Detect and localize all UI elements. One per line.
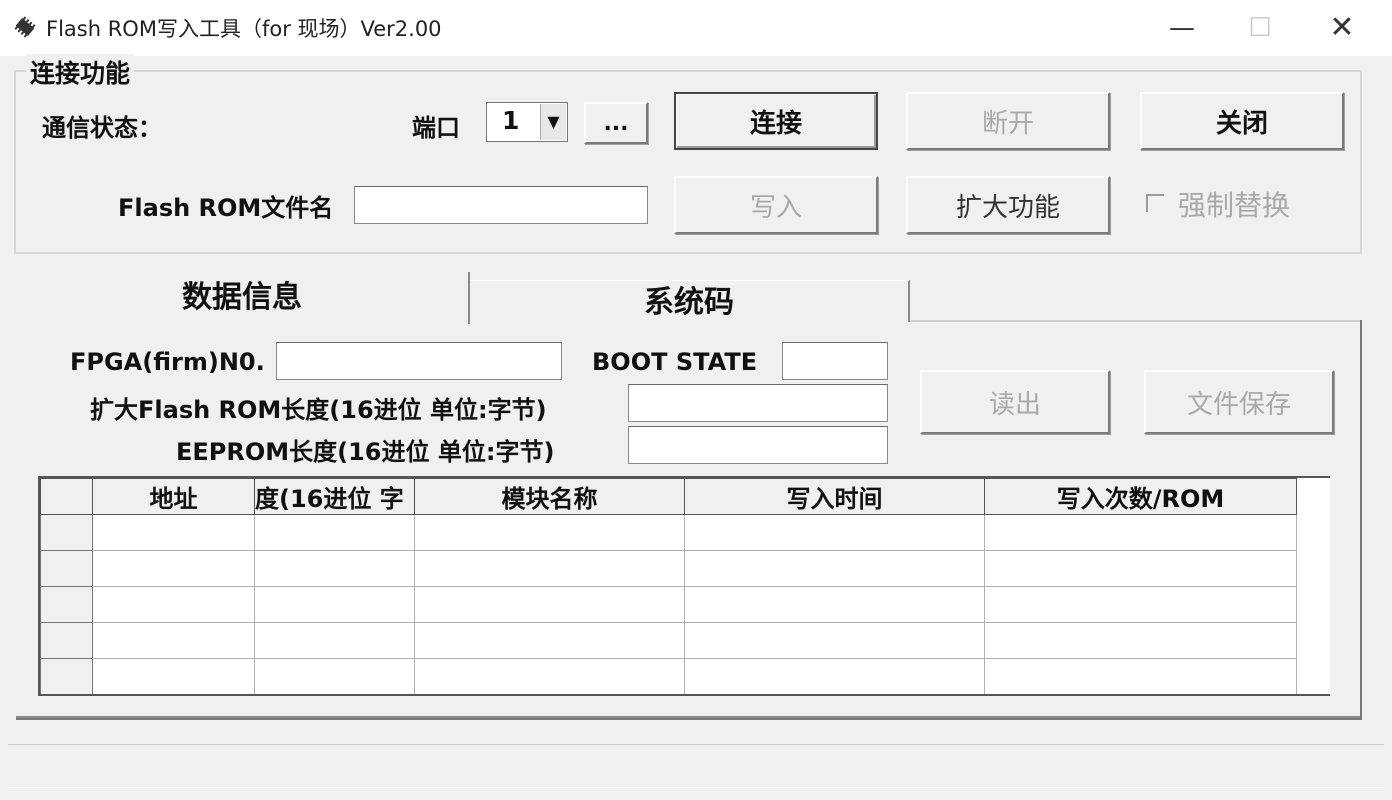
table-cell[interactable] [684,622,985,659]
flash-file-input[interactable] [354,186,648,224]
row-header-corner [40,478,93,515]
force-replace-checkbox[interactable] [1146,194,1164,212]
eeprom-length-input[interactable] [628,426,888,464]
row-header-cell[interactable] [40,550,93,587]
table-cell[interactable] [684,586,985,623]
column-header-length[interactable]: 度(16进位 字 [254,478,415,515]
table-cell[interactable] [254,658,415,694]
connection-group-title: 连接功能 [26,54,135,90]
table-cell[interactable] [684,658,985,694]
data-grid[interactable]: 地址 度(16进位 字 模块名称 写入时间 写入次数/ROM [38,476,1330,696]
column-header-write-time[interactable]: 写入时间 [684,478,985,515]
boot-state-input[interactable] [782,342,888,380]
boot-state-label: BOOT STATE [592,348,758,376]
table-cell[interactable] [92,658,255,694]
table-row[interactable] [40,514,1297,551]
table-cell[interactable] [254,514,415,551]
eeprom-length-label: EEPROM长度(16进位 单位:字节) [176,438,555,466]
table-cell[interactable] [984,622,1297,659]
table-cell[interactable] [984,586,1297,623]
row-header-cell[interactable] [40,586,93,623]
maximize-button[interactable]: ☐ [1240,10,1280,46]
column-header-address[interactable]: 地址 [92,478,255,515]
comm-status-label: 通信状态： [42,114,162,142]
chevron-down-icon[interactable]: ▼ [540,104,566,140]
table-cell[interactable] [684,550,985,587]
column-header-module-name[interactable]: 模块名称 [414,478,685,515]
table-cell[interactable] [254,586,415,623]
force-replace-label: 强制替换 [1178,189,1291,222]
port-browse-button[interactable]: ... [584,102,648,144]
row-header-cell[interactable] [40,622,93,659]
fpga-input[interactable] [276,342,562,380]
extend-function-button[interactable]: 扩大功能 [906,176,1110,234]
flash-file-label: Flash ROM文件名 [118,194,334,222]
table-row[interactable] [40,658,1297,694]
table-cell[interactable] [414,622,685,659]
table-cell[interactable] [984,550,1297,587]
tab-data-info[interactable]: 数据信息 [16,272,470,324]
row-header-cell[interactable] [40,658,93,694]
window-title: Flash ROM写入工具（for 现场）Ver2.00 [46,17,442,41]
save-file-button[interactable]: 文件保存 [1144,370,1334,434]
port-select-value: 1 [502,106,520,135]
table-cell[interactable] [984,514,1297,551]
data-table: 地址 度(16进位 字 模块名称 写入时间 写入次数/ROM [40,478,1297,694]
tab-panel-bottom-edge [16,716,1360,718]
ext-flash-length-input[interactable] [628,384,888,422]
table-header-row: 地址 度(16进位 字 模块名称 写入时间 写入次数/ROM [40,478,1297,515]
table-cell[interactable] [254,622,415,659]
write-button[interactable]: 写入 [674,176,878,234]
fpga-label: FPGA(firm)N0. [70,348,265,376]
row-header-cell[interactable] [40,514,93,551]
table-row[interactable] [40,586,1297,623]
close-button[interactable]: 关闭 [1140,92,1344,150]
table-cell[interactable] [414,586,685,623]
table-cell[interactable] [254,550,415,587]
grid-empty-area [1298,478,1330,694]
table-row[interactable] [40,622,1297,659]
table-cell[interactable] [684,514,985,551]
port-label: 端口 [412,114,460,142]
table-cell[interactable] [92,622,255,659]
table-row[interactable] [40,550,1297,587]
table-cell[interactable] [414,658,685,694]
chip-icon [14,16,36,38]
minimize-button[interactable]: — [1162,10,1202,46]
disconnect-button[interactable]: 断开 [906,92,1110,150]
table-cell[interactable] [92,514,255,551]
table-cell[interactable] [92,586,255,623]
status-bar [8,744,1384,788]
table-cell[interactable] [414,514,685,551]
close-window-button[interactable]: ✕ [1322,10,1362,46]
table-cell[interactable] [92,550,255,587]
connect-button[interactable]: 连接 [674,92,878,150]
read-button[interactable]: 读出 [920,370,1110,434]
table-cell[interactable] [984,658,1297,694]
ext-flash-length-label: 扩大Flash ROM长度(16进位 单位:字节) [90,396,547,424]
tab-system-code[interactable]: 系统码 [470,280,910,322]
table-cell[interactable] [414,550,685,587]
column-header-write-count[interactable]: 写入次数/ROM [984,478,1297,515]
